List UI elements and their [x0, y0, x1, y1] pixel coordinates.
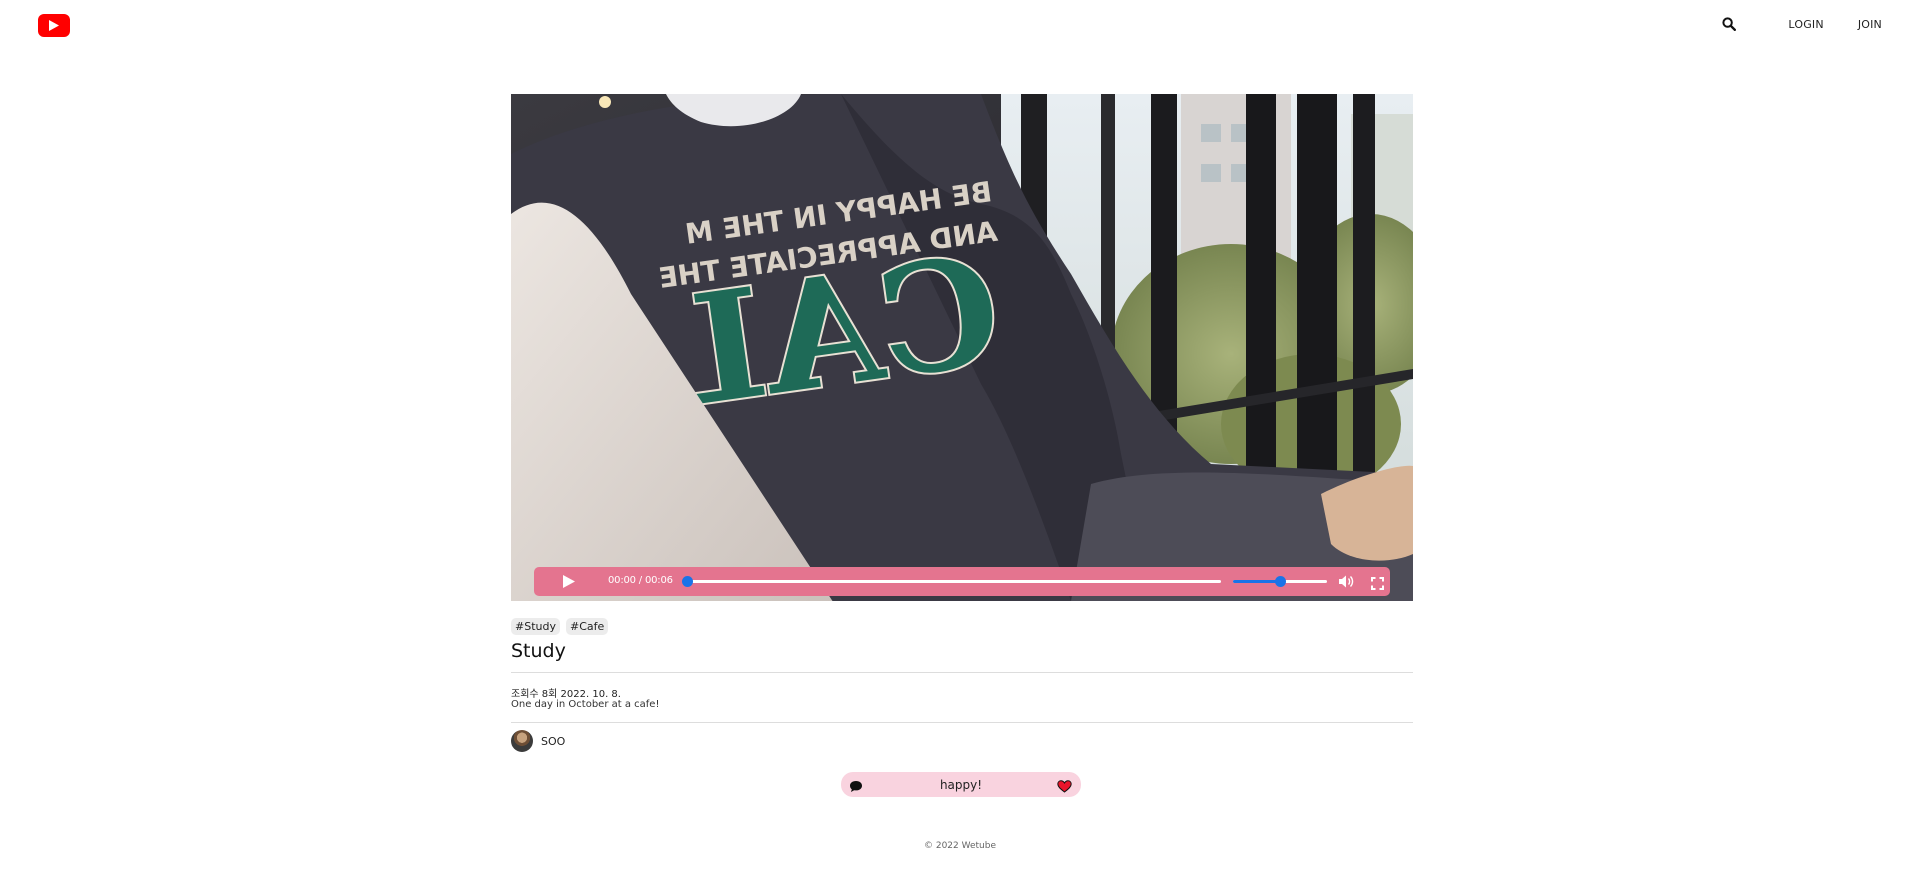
top-nav: LOGIN JOIN [1722, 17, 1882, 32]
youtube-logo-icon[interactable] [38, 14, 70, 37]
fullscreen-icon[interactable] [1371, 575, 1384, 590]
volume-slider[interactable] [1233, 576, 1327, 587]
video-owner[interactable]: SOO [511, 730, 565, 752]
search-icon[interactable] [1722, 17, 1737, 32]
volume-icon[interactable] [1338, 574, 1354, 589]
header: LOGIN JOIN [0, 0, 1920, 52]
video-stats: 조회수 8회 2022. 10. 8. [511, 685, 621, 700]
hashtag-list: #Study #Cafe [511, 618, 609, 635]
video-description: One day in October at a cafe! [511, 699, 660, 710]
login-link[interactable]: LOGIN [1788, 18, 1823, 31]
timeline-knob[interactable] [682, 576, 693, 587]
volume-fill [1233, 580, 1280, 583]
join-link[interactable]: JOIN [1858, 18, 1882, 31]
play-icon[interactable] [562, 574, 576, 589]
video-title: Study [511, 640, 566, 662]
comment-item: happy! [841, 772, 1081, 797]
video-frame: BE HAPPY IN THE M AND APPRECIATE THE CAL [511, 94, 1413, 601]
video-player[interactable]: BE HAPPY IN THE M AND APPRECIATE THE CAL… [511, 94, 1413, 601]
avatar[interactable] [511, 730, 533, 752]
volume-knob[interactable] [1275, 576, 1286, 587]
timeline-slider[interactable] [682, 576, 1221, 587]
footer: © 2022 Wetube [923, 841, 997, 851]
hashtag-cafe[interactable]: #Cafe [565, 618, 609, 635]
hashtag-study[interactable]: #Study [511, 618, 560, 635]
time-display: 00:00 / 00:06 [608, 575, 673, 586]
divider [511, 672, 1413, 673]
video-controls: 00:00 / 00:06 [534, 567, 1390, 596]
owner-name[interactable]: SOO [541, 735, 565, 748]
heart-icon[interactable] [1057, 778, 1072, 793]
comment-text: happy! [939, 778, 983, 792]
divider [511, 722, 1413, 723]
